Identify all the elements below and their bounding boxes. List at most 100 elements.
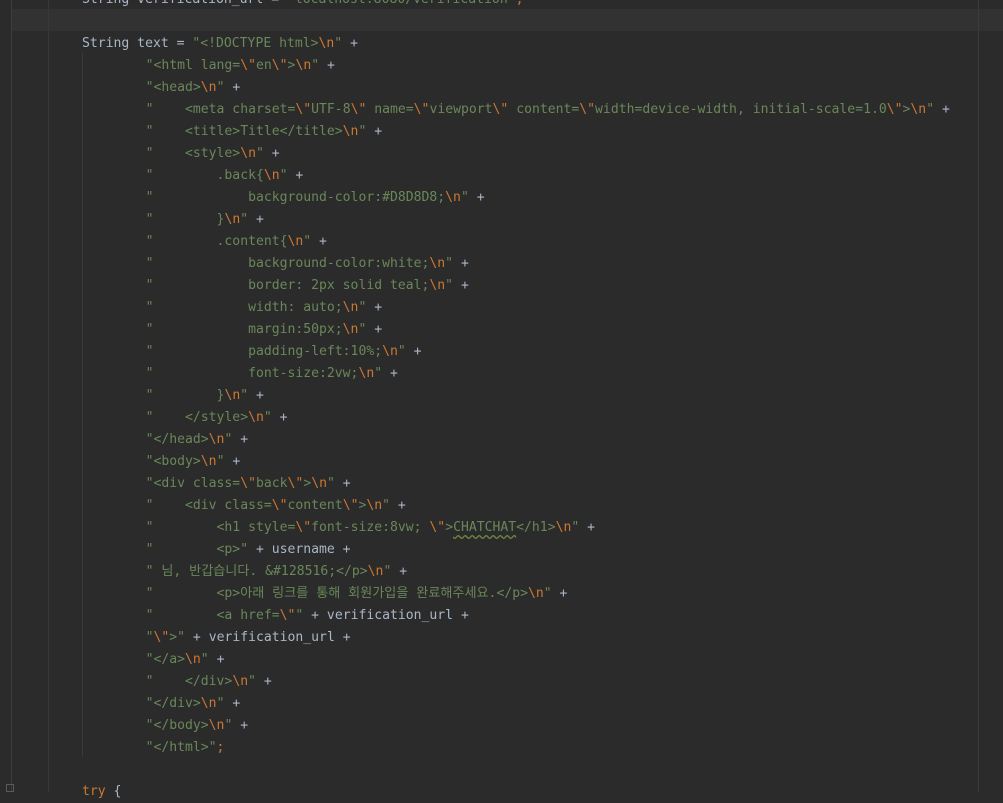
code-token: + [263, 146, 280, 161]
code-token: " [303, 234, 312, 249]
code-token: String text = [82, 36, 193, 51]
code-token: " } [145, 388, 225, 403]
code-line[interactable]: " width: auto;\n" + [146, 297, 383, 319]
code-token: \" [295, 102, 312, 117]
code-token: + [366, 322, 383, 337]
code-token: + [382, 366, 398, 381]
code-token: \" [240, 58, 256, 73]
code-line[interactable]: " 님, 반갑습니다. &#128516;</p>\n" + [146, 561, 408, 583]
code-line[interactable]: " <style>\n" + [146, 143, 280, 165]
code-line[interactable]: " background-color:white;\n" + [146, 253, 469, 275]
code-token: + [405, 344, 422, 359]
fold-icon[interactable] [6, 784, 14, 792]
code-line[interactable]: " .back{\n" + [146, 165, 304, 187]
code-token: " 님, 반갑습니다. &#128516;</p> [145, 564, 368, 579]
code-token: "<div class= [145, 476, 241, 491]
code-token: \n [429, 256, 446, 271]
code-token: + [453, 278, 469, 293]
code-line[interactable]: "</head>\n" + [146, 429, 249, 451]
code-line[interactable]: String text = "<!DOCTYPE html>\n" + [82, 33, 358, 55]
code-token: " [460, 190, 469, 205]
code-editor[interactable]: String verification_url = "localhost:808… [0, 0, 1003, 799]
code-line[interactable]: "<head>\n" + [146, 77, 241, 99]
code-line[interactable]: try { [82, 781, 121, 803]
code-line[interactable]: " }\n" + [146, 209, 264, 231]
code-token: "</a> [145, 652, 186, 667]
code-token: " <title>Title</title> [145, 124, 343, 139]
code-line[interactable]: "<html lang=\"en\">\n" + [146, 55, 335, 77]
code-token: " margin:50px; [145, 322, 343, 337]
code-line[interactable]: " <p>아래 링크를 통해 회원가입을 완료해주세요.</p>\n" + [146, 583, 568, 605]
code-token: + [391, 564, 408, 579]
code-token: " <p>" [145, 542, 249, 557]
code-token: name= [366, 102, 414, 117]
code-token: \n [342, 124, 359, 139]
code-token: " [382, 498, 391, 513]
code-token: \n [555, 520, 572, 535]
code-token: ; [216, 740, 225, 755]
code-token: "</div> [145, 696, 201, 711]
code-token: \" [240, 476, 256, 491]
code-line[interactable]: "</div>\n" + [146, 693, 241, 715]
code-token: \n [208, 718, 225, 733]
right-margin-guide [978, 0, 979, 792]
code-line[interactable]: "<div class=\"back\">\n" + [146, 473, 351, 495]
code-line[interactable]: " .content{\n" + [146, 231, 327, 253]
code-token: \n [185, 652, 201, 667]
code-token: \n [232, 674, 249, 689]
code-token: + [366, 300, 383, 315]
code-line[interactable]: "<body>\n" + [146, 451, 241, 473]
code-line[interactable]: " </div>\n" + [146, 671, 272, 693]
code-token: \" [342, 498, 359, 513]
code-line[interactable]: "</a>\n" + [146, 649, 225, 671]
code-token: " padding-left:10%; [145, 344, 383, 359]
code-token: + verification_url + [185, 630, 351, 645]
code-line[interactable]: " padding-left:10%;\n" + [146, 341, 422, 363]
code-line[interactable]: "\">" + verification_url + [146, 627, 351, 649]
code-token: \" [279, 608, 296, 623]
code-token: >" [169, 630, 186, 645]
code-line[interactable]: " </style>\n" + [146, 407, 288, 429]
code-token: " [445, 256, 454, 271]
code-token: " <div class= [145, 498, 272, 513]
code-token: \" [492, 102, 509, 117]
code-token: + [342, 36, 358, 51]
code-token: " [240, 212, 249, 227]
code-line[interactable]: "</html>"; [146, 737, 225, 759]
code-token: " .content{ [145, 234, 288, 249]
code-line[interactable]: " <meta charset=\"UTF-8\" name=\"viewpor… [146, 99, 950, 121]
code-line[interactable]: " }\n" + [146, 385, 264, 407]
code-token: + [311, 234, 327, 249]
code-line[interactable]: " <title>Title</title>\n" + [146, 121, 383, 143]
code-token: + [366, 124, 383, 139]
code-token: content [287, 498, 343, 513]
code-token: \n [445, 190, 461, 205]
code-token: " font-size:2vw; [145, 366, 359, 381]
code-line[interactable]: " background-color:#D8D8D8;\n" + [146, 187, 485, 209]
code-token: \n [367, 564, 384, 579]
code-line[interactable]: " border: 2px solid teal;\n" + [146, 275, 469, 297]
code-token: + [208, 652, 225, 667]
code-token: \n [358, 366, 375, 381]
code-line[interactable]: "</body>\n" + [146, 715, 249, 737]
code-token: content= [508, 102, 580, 117]
code-token: " <meta charset= [145, 102, 296, 117]
code-line[interactable]: " <div class=\"content\">\n" + [146, 495, 406, 517]
indent-guide [82, 53, 83, 757]
code-token: \" [153, 630, 170, 645]
code-token: </h1> [516, 520, 556, 535]
code-token: " [240, 388, 249, 403]
code-token: \n [382, 344, 398, 359]
code-line[interactable]: " <p>" + username + [146, 539, 351, 561]
code-line[interactable]: " <a href=\"" + verification_url + [146, 605, 469, 627]
code-token: \n [208, 432, 225, 447]
code-token: + [255, 674, 272, 689]
code-line[interactable]: " margin:50px;\n" + [146, 319, 383, 341]
code-token: \" [287, 476, 304, 491]
code-token: \n [248, 410, 264, 425]
code-line[interactable]: " font-size:2vw;\n" + [146, 363, 398, 385]
code-token: " <a href= [145, 608, 280, 623]
code-line[interactable]: " <h1 style=\"font-size:8vw; \">CHATCHAT… [146, 517, 595, 539]
code-token: + [934, 102, 950, 117]
code-line[interactable]: String verification_url = "localhost:808… [82, 0, 523, 11]
